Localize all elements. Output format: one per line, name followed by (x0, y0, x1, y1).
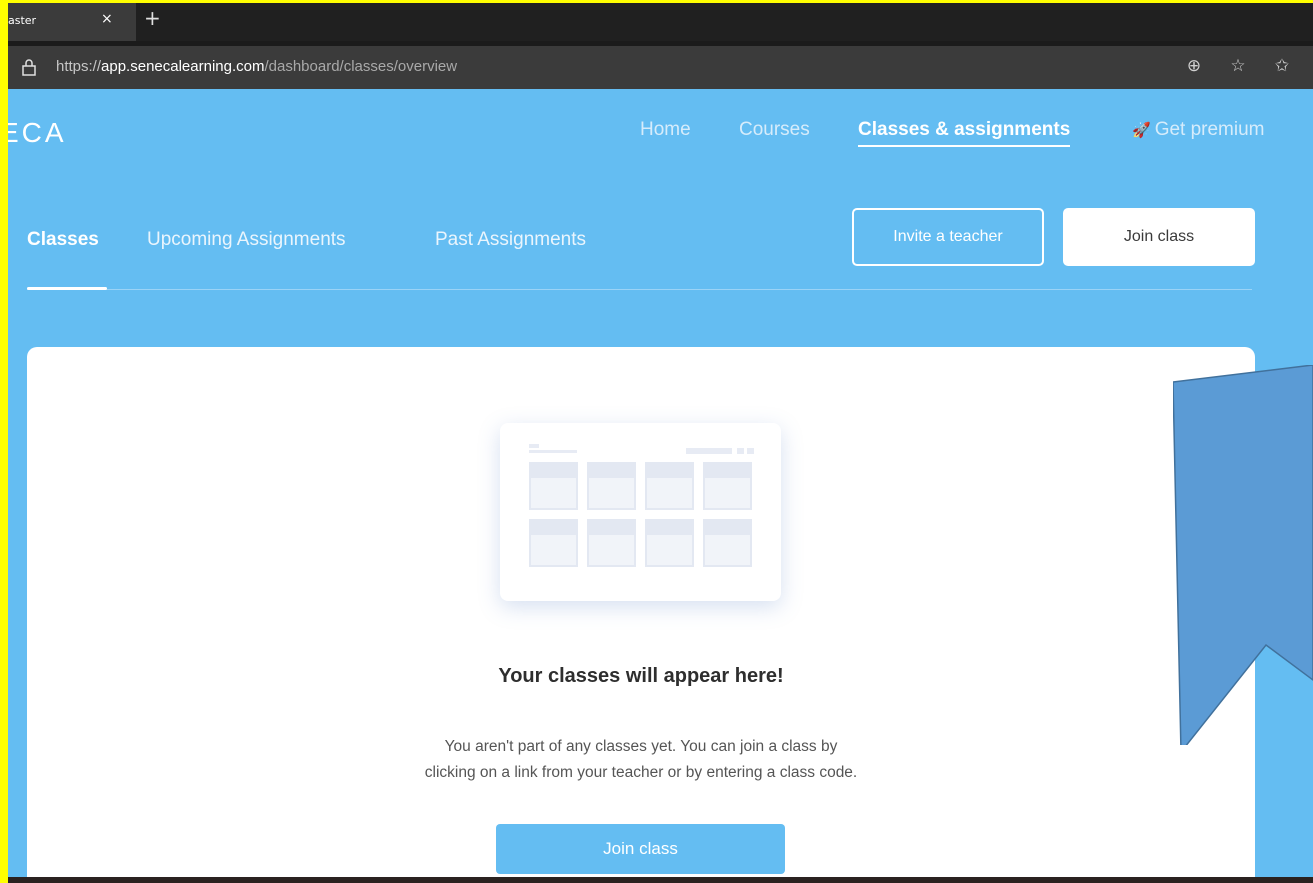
active-tab-underline (27, 287, 107, 290)
illustration-bar (529, 450, 577, 453)
illustration-tile (529, 519, 578, 567)
illustration-bar (686, 448, 732, 454)
illustration-bar (737, 448, 744, 454)
empty-state-description: You aren't part of any classes yet. You … (341, 734, 941, 786)
site-logo[interactable]: ECA (8, 117, 67, 149)
screenshot-frame-left (0, 0, 8, 883)
illustration-tile (645, 519, 694, 567)
illustration-tile (645, 462, 694, 510)
tab-divider (27, 289, 1252, 290)
nav-home[interactable]: Home (640, 119, 691, 141)
address-bar[interactable]: https://app.senecalearning.com/dashboard… (8, 46, 1313, 89)
star-icon[interactable]: ☆ (1227, 56, 1249, 76)
tab-title: aster (8, 14, 37, 27)
url-text[interactable]: https://app.senecalearning.com/dashboard… (56, 58, 457, 75)
empty-classes-illustration (500, 423, 781, 601)
nav-premium-label: Get premium (1154, 119, 1265, 140)
join-class-button[interactable]: Join class (1063, 208, 1255, 266)
illustration-tile (587, 519, 636, 567)
lock-icon (22, 59, 36, 76)
browser-tab[interactable]: aster × (8, 3, 136, 41)
illustration-bar (747, 448, 754, 454)
favorites-icon[interactable]: ✩ (1271, 56, 1293, 76)
url-scheme: https:// (56, 58, 102, 75)
invite-teacher-button[interactable]: Invite a teacher (852, 208, 1044, 266)
add-circle-icon[interactable]: ⊕ (1183, 56, 1205, 76)
empty-state-line: clicking on a link from your teacher or … (424, 764, 858, 781)
illustration-tile (587, 462, 636, 510)
nav-get-premium[interactable]: 🚀 Get premium (1132, 119, 1265, 141)
new-tab-icon[interactable]: + (144, 6, 161, 30)
nav-classes-assignments[interactable]: Classes & assignments (858, 119, 1071, 147)
rocket-icon: 🚀 (1132, 122, 1151, 139)
empty-state-line: You aren't part of any classes yet. You … (444, 738, 838, 755)
join-class-main-button[interactable]: Join class (496, 824, 785, 874)
page-body: ECA Home Courses Classes & assignments 🚀… (8, 89, 1313, 883)
illustration-tile (529, 462, 578, 510)
illustration-tile (703, 462, 752, 510)
browser-tabstrip: aster × + (8, 3, 1313, 41)
url-path: /dashboard/classes/overview (264, 58, 458, 75)
address-bar-icons: ⊕ ☆ ✩ (1183, 56, 1293, 76)
tab-classes[interactable]: Classes (27, 229, 99, 251)
illustration-bar (529, 444, 539, 448)
tab-upcoming-assignments[interactable]: Upcoming Assignments (147, 229, 346, 251)
tab-past-assignments[interactable]: Past Assignments (435, 229, 586, 251)
illustration-tile (703, 519, 752, 567)
empty-state-title: Your classes will appear here! (498, 665, 784, 687)
taskbar-strip (8, 877, 1313, 883)
url-host: app.senecalearning.com (101, 58, 265, 75)
tab-close-icon[interactable]: × (101, 11, 113, 27)
nav-courses[interactable]: Courses (739, 119, 810, 141)
classes-empty-card: Your classes will appear here! You aren'… (27, 347, 1255, 883)
annotation-arrow (1173, 365, 1313, 745)
